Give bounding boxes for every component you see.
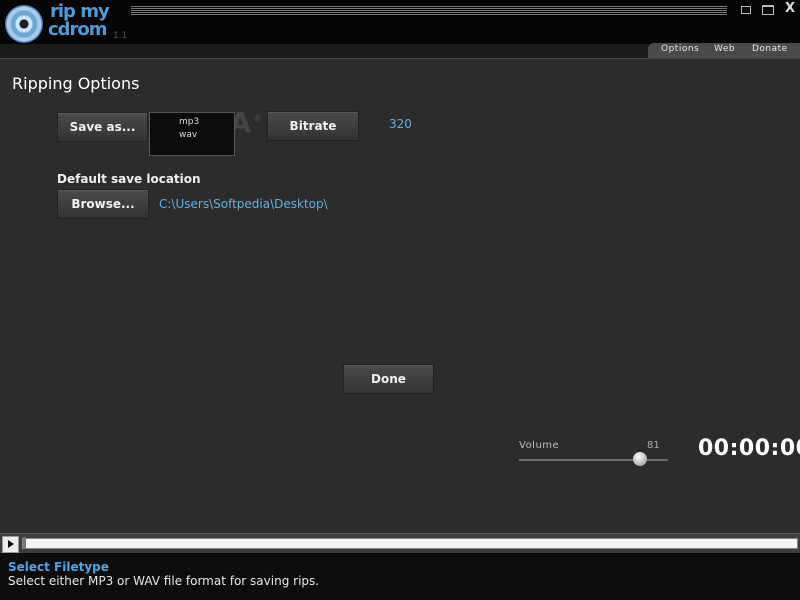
save-path-text: C:\Users\Softpedia\Desktop\: [159, 197, 328, 211]
status-title: Select Filetype: [8, 560, 109, 574]
play-icon[interactable]: [2, 536, 19, 553]
options-panel: Ripping Options SOFTPEDIA® Save as... mp…: [0, 58, 800, 533]
volume-value: 81: [647, 440, 660, 451]
done-button[interactable]: Done: [343, 364, 434, 394]
bitrate-button[interactable]: Bitrate: [267, 111, 359, 141]
volume-label: Volume: [519, 440, 560, 451]
default-save-location-label: Default save location: [57, 172, 201, 186]
menu-options[interactable]: Options: [661, 44, 699, 54]
status-text: Select either MP3 or WAV file format for…: [8, 574, 320, 588]
minimize-icon[interactable]: [741, 6, 751, 14]
status-area: Select Filetype Select either MP3 or WAV…: [0, 553, 800, 600]
filetype-list[interactable]: mp3 wav: [149, 112, 235, 156]
menu-web[interactable]: Web: [714, 44, 735, 54]
title-drag-area[interactable]: [131, 6, 727, 16]
save-as-button[interactable]: Save as...: [57, 112, 148, 142]
page-title: Ripping Options: [12, 74, 140, 93]
menu-donate[interactable]: Donate: [752, 44, 788, 54]
seek-bar: [0, 533, 800, 553]
maximize-icon[interactable]: [762, 5, 774, 15]
filetype-option-wav[interactable]: wav: [179, 130, 197, 140]
seek-track[interactable]: [22, 538, 798, 549]
bitrate-value: 320: [389, 117, 412, 131]
volume-slider-knob[interactable]: [632, 452, 647, 466]
seek-thumb[interactable]: [23, 537, 26, 548]
filetype-option-mp3[interactable]: mp3: [179, 117, 199, 127]
logo-line-2: cdrom: [48, 19, 108, 40]
time-display: 00:00:00: [698, 436, 800, 461]
browse-button[interactable]: Browse...: [57, 189, 149, 219]
title-bar: rip my cdrom 1.1 X: [0, 0, 800, 44]
app-version: 1.1: [113, 31, 128, 41]
cd-disc-icon: [5, 5, 43, 43]
app-window: rip my cdrom 1.1 X Options Web Donate Ri…: [0, 0, 800, 600]
app-logo: rip my cdrom 1.1: [5, 3, 128, 43]
top-menu: Options Web Donate: [648, 43, 800, 58]
close-button[interactable]: X: [784, 2, 796, 15]
logo-text: rip my cdrom: [48, 3, 110, 40]
